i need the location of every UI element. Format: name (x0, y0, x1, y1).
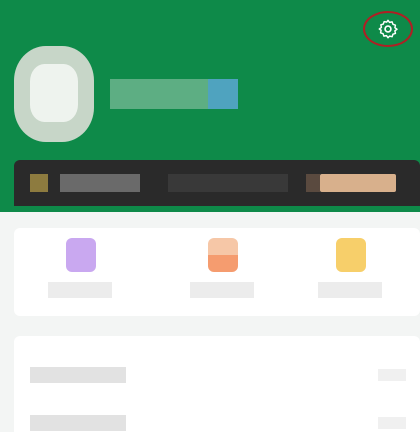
orange-action-icon (208, 238, 238, 272)
quick-action-label (190, 282, 254, 298)
member-subtitle (168, 174, 288, 192)
vip-badge-icon (208, 79, 238, 109)
quick-action-1[interactable] (48, 238, 112, 310)
list-item-label (30, 367, 126, 383)
member-badge-icon (30, 174, 48, 192)
member-strip[interactable] (14, 160, 420, 206)
yellow-action-icon (336, 238, 366, 272)
gear-icon (378, 19, 398, 39)
quick-action-3[interactable] (318, 238, 382, 310)
chevron-right-icon (378, 417, 406, 429)
quick-action-2[interactable] (190, 238, 254, 310)
menu-list-card (14, 336, 420, 432)
purple-action-icon (66, 238, 96, 272)
username (110, 79, 208, 109)
list-item[interactable] (30, 367, 406, 387)
quick-actions-card (14, 228, 420, 316)
member-title (60, 174, 140, 192)
quick-action-label (48, 282, 112, 298)
username-area[interactable] (110, 79, 238, 109)
quick-action-label (318, 282, 382, 298)
avatar-image (30, 64, 78, 122)
list-item-label (30, 415, 126, 431)
promo-mark (306, 174, 320, 192)
settings-button[interactable] (363, 11, 413, 47)
chevron-right-icon (378, 369, 406, 381)
member-promo[interactable] (320, 174, 396, 192)
avatar[interactable] (14, 46, 94, 142)
list-item[interactable] (30, 415, 406, 432)
